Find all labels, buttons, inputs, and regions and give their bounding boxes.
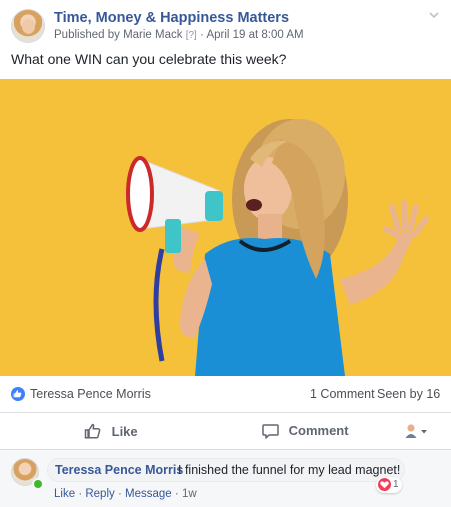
comment-reply-link[interactable]: Reply	[85, 488, 114, 500]
post-date-link[interactable]: April 19 at 8:00 AM	[206, 29, 303, 41]
comment-like-link[interactable]: Like	[54, 488, 75, 500]
comment-count-link[interactable]: 1 Comment	[310, 387, 375, 401]
group-name-link[interactable]: Time, Money & Happiness Matters	[54, 10, 289, 26]
comment-text: I finished the funnel for my lead magnet…	[178, 463, 401, 477]
comment-reactions[interactable]: 1	[376, 477, 402, 493]
thumbs-up-icon	[11, 387, 25, 401]
reaction-selector[interactable]	[404, 423, 428, 444]
post-actions: Like Comment	[0, 413, 451, 450]
publisher-help-icon[interactable]: [?]	[186, 30, 197, 41]
avatar-face	[22, 19, 35, 34]
seen-by-link[interactable]: Seen by 16	[377, 387, 440, 401]
post-stats: Teressa Pence Morris 1 Comment Seen by 1…	[0, 376, 451, 413]
comment-dot-3: ·	[174, 488, 179, 500]
comment-age-link[interactable]: 1w	[182, 488, 197, 500]
published-prefix: Published by	[54, 29, 120, 41]
comment-section: Teressa Pence Morris I finished the funn…	[0, 450, 451, 507]
avatar-chevron-down-icon	[405, 424, 427, 438]
comment-dot-1: ·	[78, 488, 83, 500]
publisher-link[interactable]: Marie Mack	[123, 29, 182, 41]
post-header: Time, Money & Happiness Matters Publishe…	[0, 0, 451, 50]
post-meta: Published by Marie Mack [?] · April 19 a…	[54, 29, 304, 41]
comment-button-label: Comment	[288, 423, 349, 438]
comment-bubble: Teressa Pence Morris I finished the funn…	[47, 458, 405, 482]
meta-separator: ·	[200, 29, 204, 41]
liker-name-link[interactable]: Teressa Pence Morris	[30, 387, 151, 401]
comment-author-link[interactable]: Teressa Pence Morris	[55, 463, 183, 477]
speech-bubble-icon	[262, 424, 279, 439]
post-message: What one WIN can you celebrate this week…	[11, 51, 287, 67]
thumbs-up-outline-icon	[84, 423, 101, 439]
comment-actions: Like · Reply · Message · 1w	[54, 488, 197, 500]
comment-button[interactable]: Comment	[262, 423, 349, 442]
comment-message-link[interactable]: Message	[125, 488, 172, 500]
woman-with-megaphone-image	[0, 79, 451, 376]
group-avatar[interactable]	[11, 9, 45, 43]
like-button[interactable]: Like	[84, 423, 138, 443]
like-button-label: Like	[111, 424, 138, 439]
post-photo[interactable]	[0, 79, 451, 376]
online-status-icon	[32, 478, 44, 490]
group-post: Time, Money & Happiness Matters Publishe…	[0, 0, 451, 507]
reaction-count: 1	[393, 479, 399, 490]
comment-dot-2: ·	[117, 488, 122, 500]
heart-icon	[378, 478, 391, 491]
chevron-down-icon[interactable]	[429, 10, 439, 20]
